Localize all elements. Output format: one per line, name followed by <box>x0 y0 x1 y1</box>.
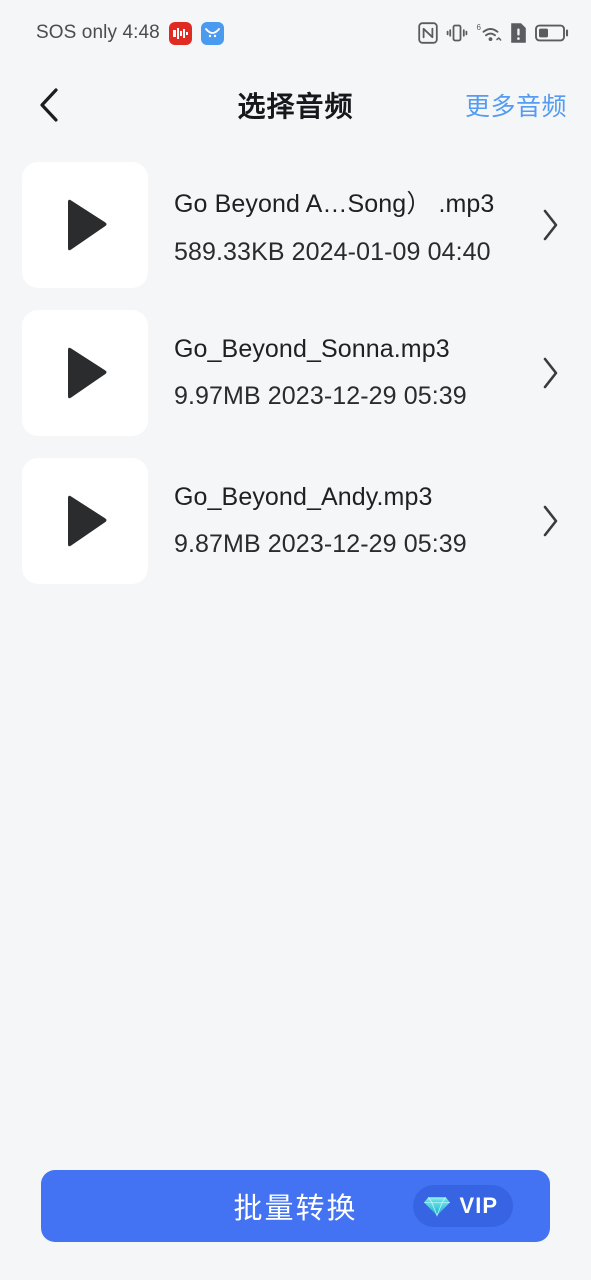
chevron-left-icon <box>40 88 58 122</box>
play-icon <box>68 495 107 547</box>
audio-thumbnail[interactable] <box>22 162 148 288</box>
row-chevron[interactable] <box>533 208 567 242</box>
chevron-right-icon <box>543 505 558 537</box>
more-audio-link[interactable]: 更多音频 <box>465 87 567 123</box>
back-button[interactable] <box>26 82 72 128</box>
app-header: 选择音频 更多音频 <box>0 66 591 144</box>
audio-file-list: Go Beyond A…Song） .mp3 589.33KB 2024-01-… <box>0 162 591 584</box>
play-icon <box>68 347 107 399</box>
chevron-right-icon <box>543 357 558 389</box>
nfc-icon <box>418 22 438 44</box>
browser-glyph-icon <box>204 27 220 37</box>
sim-alert-icon <box>511 23 526 43</box>
audio-file-meta: 9.97MB 2023-12-29 05:39 <box>174 382 467 410</box>
audio-file-name: Go_Beyond_Sonna.mp3 <box>174 335 450 363</box>
vip-badge[interactable]: VIP <box>412 1185 513 1227</box>
status-bar: SOS only 4:48 6 <box>0 0 591 66</box>
audio-row-text: Go_Beyond_Andy.mp3 9.87MB 2023-12-29 05:… <box>148 483 527 559</box>
audio-row-text: Go_Beyond_Sonna.mp3 9.97MB 2023-12-29 05… <box>148 335 527 411</box>
play-icon <box>68 199 107 251</box>
audio-thumbnail[interactable] <box>22 458 148 584</box>
row-chevron[interactable] <box>533 356 567 390</box>
diamond-icon <box>423 1196 450 1217</box>
audio-thumbnail[interactable] <box>22 310 148 436</box>
recorder-app-badge <box>168 21 192 45</box>
vibrate-icon <box>446 24 468 42</box>
list-item[interactable]: Go_Beyond_Andy.mp3 9.87MB 2023-12-29 05:… <box>0 458 591 584</box>
list-item[interactable]: Go_Beyond_Sonna.mp3 9.97MB 2023-12-29 05… <box>0 310 591 436</box>
audio-file-name: Go Beyond A…Song） .mp3 <box>174 189 495 218</box>
browser-app-badge <box>200 21 224 45</box>
svg-text:6: 6 <box>477 23 482 32</box>
battery-icon <box>535 24 569 42</box>
batch-convert-label: 批量转换 <box>233 1193 358 1225</box>
chevron-right-icon <box>543 209 558 241</box>
wifi-6-icon: 6 <box>477 23 502 41</box>
list-item[interactable]: Go Beyond A…Song） .mp3 589.33KB 2024-01-… <box>0 162 591 288</box>
audio-file-meta: 9.87MB 2023-12-29 05:39 <box>174 530 467 558</box>
recorder-glyph-icon <box>172 27 188 39</box>
status-bar-left: SOS only 4:48 <box>36 21 224 45</box>
audio-row-text: Go Beyond A…Song） .mp3 589.33KB 2024-01-… <box>148 184 527 267</box>
vip-label: VIP <box>459 1193 498 1218</box>
status-carrier-time: SOS only 4:48 <box>36 22 160 43</box>
row-chevron[interactable] <box>533 504 567 538</box>
batch-convert-button[interactable]: 批量转换 VIP <box>41 1170 550 1242</box>
audio-file-name: Go_Beyond_Andy.mp3 <box>174 483 433 511</box>
bottom-action-bar: 批量转换 VIP <box>0 1170 591 1242</box>
audio-file-meta: 589.33KB 2024-01-09 04:40 <box>174 237 491 266</box>
status-bar-right: 6 <box>418 22 569 44</box>
